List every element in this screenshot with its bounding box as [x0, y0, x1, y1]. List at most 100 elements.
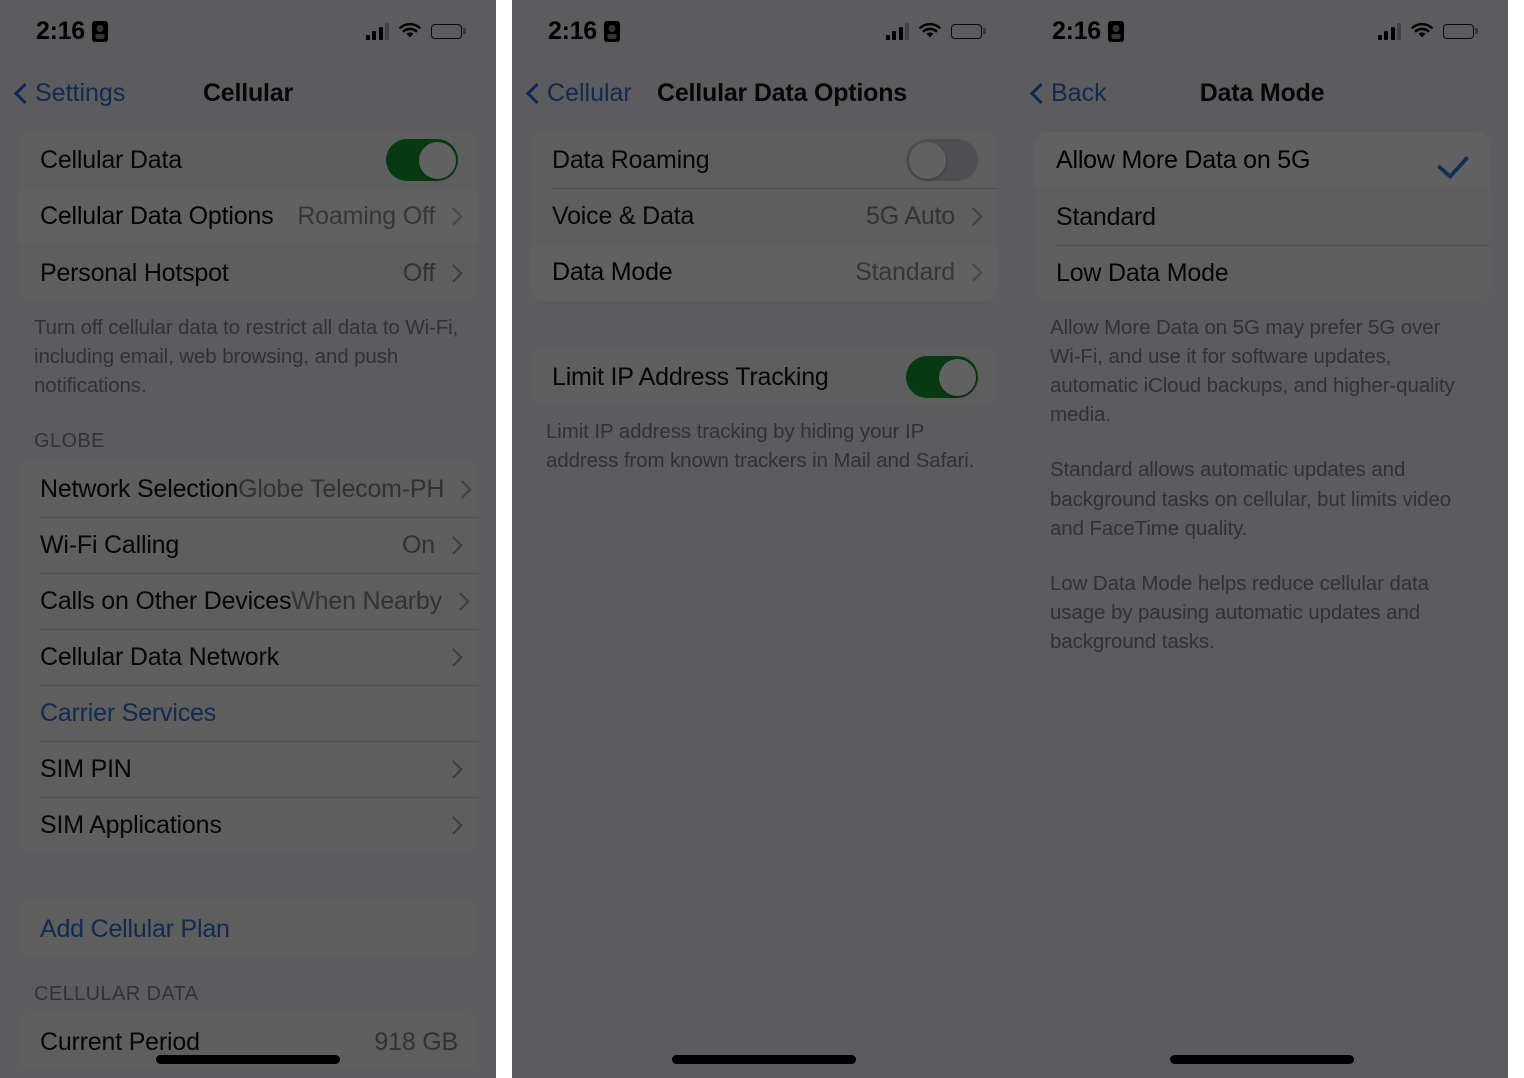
row-sim-pin[interactable]: SIM PIN: [18, 741, 478, 797]
home-indicator[interactable]: [1170, 1055, 1354, 1064]
group-limit-ip-tracking: Limit IP Address Tracking: [530, 349, 998, 405]
wifi-icon: [398, 22, 422, 40]
back-button-settings[interactable]: Settings: [14, 78, 126, 107]
home-indicator[interactable]: [672, 1055, 856, 1064]
chevron-right-icon: [447, 264, 458, 283]
checkmark-icon: [1440, 146, 1470, 176]
phone-panel-cellular: 2:16 Settings Cellular Cellular Data Cel…: [0, 0, 496, 1078]
row-cellular-data-network[interactable]: Cellular Data Network: [18, 629, 478, 685]
option-standard[interactable]: Standard: [1034, 189, 1490, 245]
row-label: SIM Applications: [40, 810, 222, 839]
nav-bar: Cellular Cellular Data Options: [512, 62, 1016, 124]
row-limit-ip-address-tracking[interactable]: Limit IP Address Tracking: [530, 349, 998, 405]
phone-panel-data-mode: 2:16 Back Data Mode Allow More Data on 5…: [1016, 0, 1508, 1078]
row-accessory: [1440, 146, 1470, 176]
row-data-roaming[interactable]: Data Roaming: [530, 132, 998, 188]
row-network-selection[interactable]: Network Selection Globe Telecom-PH: [18, 461, 478, 517]
group-add-plan: Add Cellular Plan: [18, 901, 478, 958]
status-bar-left: 2:16: [1052, 16, 1124, 45]
group-data-options: Data Roaming Voice & Data 5G Auto Data M…: [530, 132, 998, 301]
chevron-right-icon: [447, 816, 458, 835]
cellular-signal-icon: [885, 22, 909, 40]
row-accessory: [386, 139, 458, 181]
status-bar-time: 2:16: [1052, 16, 1101, 45]
settings-content: Data Roaming Voice & Data 5G Auto Data M…: [512, 124, 1016, 479]
row-cellular-data[interactable]: Cellular Data: [18, 132, 478, 188]
group-data-mode-options: Allow More Data on 5G Standard Low Data …: [1034, 132, 1490, 301]
screen-record-icon: [91, 20, 108, 42]
row-voice-and-data[interactable]: Voice & Data 5G Auto: [530, 188, 998, 244]
cellular-data-toggle[interactable]: [386, 139, 458, 181]
row-label: Cellular Data Options: [40, 202, 274, 230]
row-accessory: [906, 139, 978, 181]
cellular-signal-icon: [365, 22, 389, 40]
row-personal-hotspot[interactable]: Personal Hotspot Off: [18, 245, 478, 301]
row-sim-applications[interactable]: SIM Applications: [18, 797, 478, 853]
status-bar-time: 2:16: [36, 16, 85, 45]
chevron-right-icon: [456, 480, 467, 499]
option-low-data-mode[interactable]: Low Data Mode: [1034, 245, 1490, 301]
nav-bar: Settings Cellular: [0, 62, 496, 124]
row-accessory: [447, 760, 458, 779]
status-bar: 2:16: [1016, 0, 1508, 62]
row-add-cellular-plan[interactable]: Add Cellular Plan: [18, 901, 478, 957]
footnote-low-data-mode: Low Data Mode helps reduce cellular data…: [1050, 571, 1429, 653]
row-value: 918 GB: [374, 1027, 458, 1056]
group-cellular-data: Cellular Data Cellular Data Options Roam…: [18, 132, 478, 301]
limit-ip-tracking-toggle[interactable]: [906, 356, 978, 398]
battery-icon: [951, 23, 982, 39]
row-accessory: When Nearby: [291, 587, 465, 616]
row-label: Wi-Fi Calling: [40, 530, 180, 559]
row-label: Low Data Mode: [1056, 258, 1229, 287]
row-value: On: [402, 530, 435, 559]
row-label: Current Period: [40, 1027, 200, 1056]
footnote-cellular-data: Turn off cellular data to restrict all d…: [34, 316, 459, 398]
row-data-mode[interactable]: Data Mode Standard: [530, 244, 998, 301]
battery-icon: [431, 23, 462, 39]
section-header-globe: GLOBE: [34, 430, 105, 453]
row-label: Carrier Services: [40, 698, 216, 727]
row-cellular-data-options[interactable]: Cellular Data Options Roaming Off: [18, 188, 478, 245]
row-accessory: 918 GB: [374, 1028, 458, 1057]
screen-record-icon: [1107, 20, 1124, 42]
chevron-left-icon: [526, 82, 539, 104]
chevron-right-icon: [967, 263, 978, 282]
row-accessory: On: [402, 531, 458, 560]
chevron-right-icon: [454, 592, 465, 611]
status-bar-right: [365, 22, 462, 40]
row-label: Allow More Data on 5G: [1056, 146, 1311, 174]
settings-content: Allow More Data on 5G Standard Low Data …: [1016, 124, 1508, 660]
back-button-label: Settings: [35, 78, 126, 107]
wifi-icon: [918, 22, 942, 40]
row-accessory: Roaming Off: [297, 202, 458, 231]
row-label: SIM PIN: [40, 754, 132, 783]
chevron-right-icon: [447, 536, 458, 555]
screen-record-icon: [603, 20, 620, 42]
section-header-cellular-data: CELLULAR DATA: [34, 983, 199, 1006]
chevron-right-icon: [967, 207, 978, 226]
status-bar-left: 2:16: [548, 18, 620, 44]
back-button-label: Back: [1051, 78, 1107, 107]
row-calls-on-other-devices[interactable]: Calls on Other Devices When Nearby: [18, 573, 478, 629]
chevron-right-icon: [447, 760, 458, 779]
back-button-cellular[interactable]: Cellular: [526, 80, 632, 106]
settings-content: Cellular Data Cellular Data Options Roam…: [0, 124, 496, 1071]
status-bar-right: [885, 22, 982, 40]
row-label: Voice & Data: [552, 201, 695, 230]
status-bar-right: [1377, 22, 1474, 40]
row-wifi-calling[interactable]: Wi-Fi Calling On: [18, 517, 478, 573]
back-button[interactable]: Back: [1030, 78, 1107, 107]
option-allow-more-data-on-5g[interactable]: Allow More Data on 5G: [1034, 132, 1490, 189]
chevron-right-icon: [447, 207, 458, 226]
group-carrier-settings: Network Selection Globe Telecom-PH Wi-Fi…: [18, 461, 478, 854]
home-indicator[interactable]: [156, 1055, 340, 1064]
row-label: Personal Hotspot: [40, 258, 229, 287]
chevron-left-icon: [1030, 82, 1043, 104]
nav-bar: Back Data Mode: [1016, 62, 1508, 124]
row-label: Add Cellular Plan: [40, 914, 230, 943]
data-roaming-toggle[interactable]: [906, 139, 978, 181]
footnote-allow-more-data: Allow More Data on 5G may prefer 5G over…: [1050, 316, 1455, 427]
row-accessory: Off: [403, 259, 458, 288]
row-carrier-services[interactable]: Carrier Services: [18, 685, 478, 741]
